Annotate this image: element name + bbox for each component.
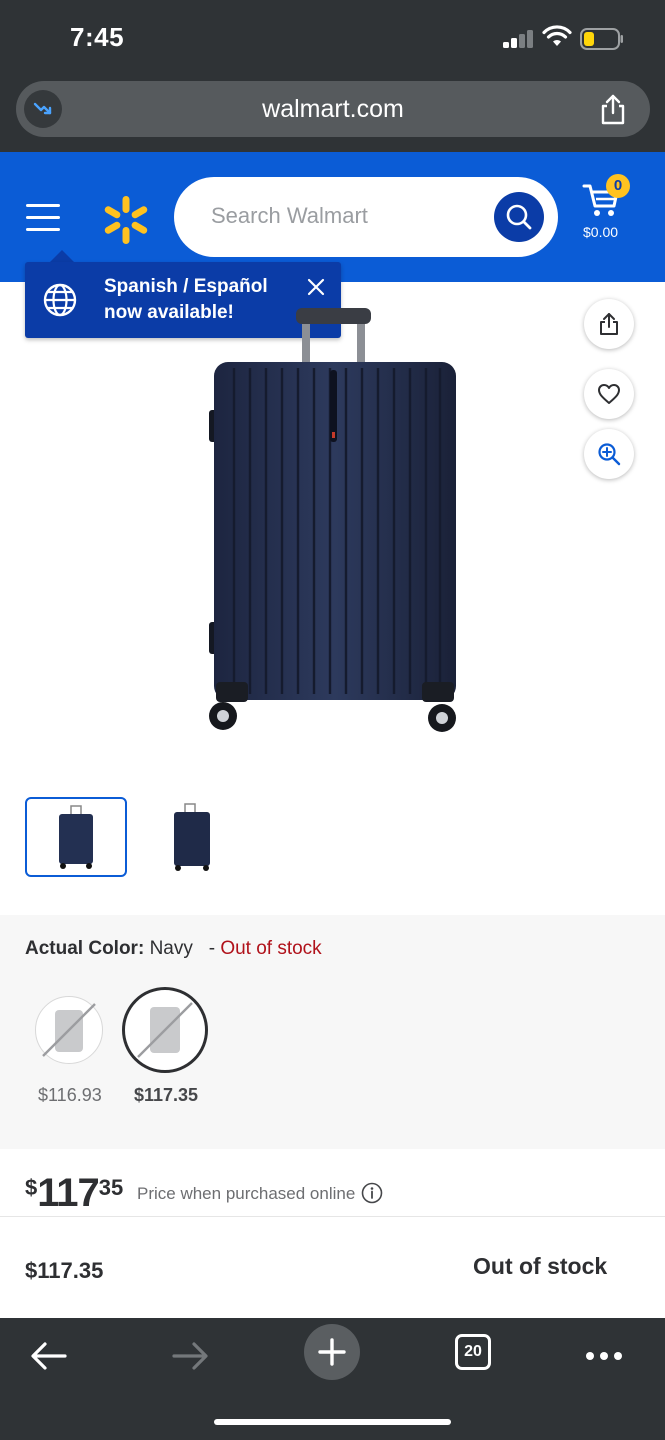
- color-stock-status: Out of stock: [220, 938, 322, 959]
- price-dollars: 117: [37, 1171, 100, 1215]
- more-button[interactable]: [574, 1326, 634, 1386]
- status-time: 7:45: [70, 22, 125, 52]
- browser-address-area: walmart.com: [0, 78, 665, 152]
- favorite-button[interactable]: [584, 369, 634, 419]
- arrow-right-icon: [172, 1342, 208, 1370]
- more-dots-icon: [586, 1352, 622, 1360]
- menu-icon[interactable]: [26, 204, 62, 232]
- variant-price-2: $117.35: [134, 1085, 199, 1105]
- url-text[interactable]: walmart.com: [16, 95, 650, 124]
- search-input[interactable]: Search Walmart: [174, 177, 558, 257]
- battery-icon: [580, 28, 623, 50]
- color-line: Actual Color: Navy - Out of stock: [25, 938, 322, 960]
- unavailable-suitcase-icon: [42, 1003, 96, 1057]
- address-bar[interactable]: walmart.com: [16, 81, 650, 137]
- new-tab-button[interactable]: [304, 1324, 360, 1380]
- close-icon[interactable]: [306, 277, 326, 297]
- thumbnail-1[interactable]: [25, 797, 127, 877]
- walmart-spark-logo[interactable]: [100, 194, 152, 246]
- info-icon[interactable]: [361, 1182, 383, 1204]
- tabs-button[interactable]: 20: [455, 1334, 491, 1370]
- share-icon: [600, 313, 618, 335]
- sticky-purchase-bar: $117.35 Out of stock: [0, 1218, 665, 1318]
- share-icon[interactable]: [598, 93, 628, 125]
- cellular-signal-icon: [503, 30, 535, 48]
- cart-total: $0.00: [583, 224, 619, 240]
- forward-button[interactable]: [160, 1326, 220, 1386]
- search-icon: [506, 204, 532, 230]
- zoom-in-icon: [598, 443, 621, 466]
- variant-price-1: $116.93: [38, 1085, 102, 1105]
- actual-color-value: Navy: [149, 938, 193, 959]
- product-image[interactable]: [190, 302, 475, 742]
- price-note: Price when purchased online: [137, 1184, 356, 1203]
- popup-arrow: [50, 250, 74, 262]
- status-bar: 7:45: [0, 0, 665, 78]
- cart-button[interactable]: 0 $0.00: [580, 174, 642, 244]
- availability-status: Out of stock: [473, 1253, 608, 1279]
- price-currency: $: [25, 1175, 38, 1200]
- heart-icon: [598, 384, 620, 404]
- suitcase-thumbnail-icon: [59, 805, 93, 869]
- thumbnail-2[interactable]: [141, 797, 243, 877]
- price-row: $11735 Price when purchased online: [0, 1149, 665, 1217]
- unavailable-suitcase-icon: [137, 1002, 193, 1058]
- share-product-button[interactable]: [584, 299, 634, 349]
- actual-color-label: Actual Color:: [25, 938, 145, 959]
- cart-count-badge: 0: [606, 174, 630, 198]
- plus-icon: [318, 1338, 346, 1366]
- search-placeholder[interactable]: Search Walmart: [211, 203, 368, 229]
- price-cents: 35: [98, 1175, 124, 1200]
- variant-swatch-1[interactable]: [35, 996, 103, 1064]
- color-dash: -: [208, 938, 216, 959]
- zoom-button[interactable]: [584, 429, 634, 479]
- wifi-icon: [542, 25, 572, 46]
- language-line-1: Spanish / Español: [104, 276, 268, 297]
- variant-section: Actual Color: Navy - Out of stock $116.9…: [0, 915, 665, 1149]
- search-button[interactable]: [494, 192, 544, 242]
- sticky-price: $117.35: [25, 1258, 104, 1283]
- globe-icon: [43, 283, 77, 317]
- variant-swatch-2[interactable]: [122, 987, 208, 1073]
- home-indicator[interactable]: [214, 1419, 451, 1425]
- back-button[interactable]: [19, 1326, 79, 1386]
- browser-toolbar: 20: [0, 1318, 665, 1440]
- suitcase-thumbnail-icon: [174, 803, 210, 871]
- arrow-left-icon: [31, 1342, 67, 1370]
- current-price: $11735: [25, 1171, 123, 1216]
